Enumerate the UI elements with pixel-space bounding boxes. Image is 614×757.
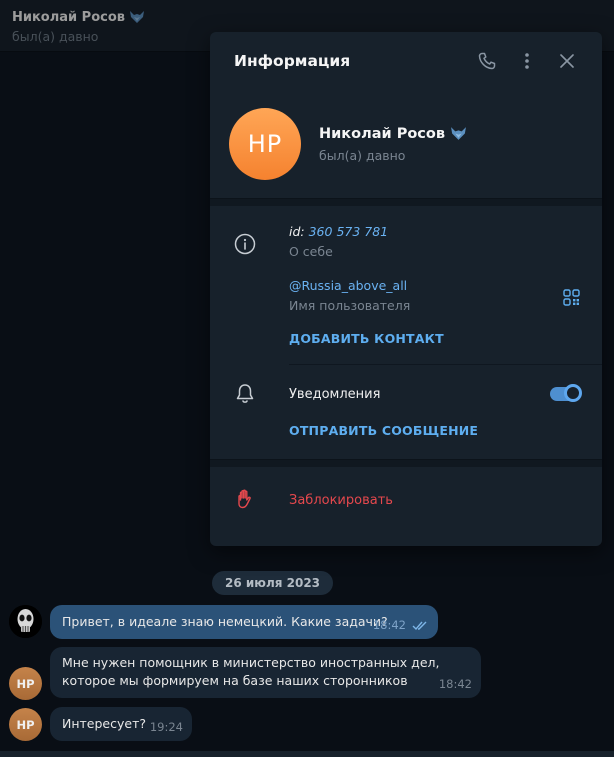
more-vertical-icon <box>525 53 529 69</box>
call-button[interactable] <box>476 50 498 72</box>
bell-icon <box>236 384 254 403</box>
panel-title: Информация <box>234 52 351 70</box>
fox-emoji-icon <box>451 127 466 140</box>
about-label: О себе <box>289 244 333 259</box>
send-message-row: ОТПРАВИТЬ СООБЩЕНИЕ <box>210 423 602 459</box>
close-icon <box>560 54 574 68</box>
message-time: 19:24 <box>149 720 183 734</box>
composer-edge <box>0 751 614 757</box>
notifications-toggle[interactable] <box>550 384 582 402</box>
panel-header: Информация <box>210 32 602 90</box>
user-id-row[interactable]: id: 360 573 781 <box>289 224 602 239</box>
qr-code-icon[interactable] <box>563 289 580 306</box>
user-id-label: id: <box>289 224 305 239</box>
hand-icon <box>238 489 251 509</box>
date-separator: 26 июля 2023 <box>212 571 334 595</box>
avatar-self[interactable] <box>9 605 42 638</box>
info-icon <box>234 233 256 255</box>
section-divider <box>210 198 602 206</box>
skull-icon <box>9 605 42 638</box>
profile-status: был(а) давно <box>319 148 406 163</box>
message-text: Интересует? <box>62 716 146 731</box>
user-info-panel: Информация НР Николай Росов был(а) давно… <box>210 32 602 546</box>
profile-section: НР Николай Росов был(а) давно <box>210 90 602 198</box>
message-text-line-2: которое мы формируем на базе наших сторо… <box>62 673 408 688</box>
toggle-knob <box>564 384 582 402</box>
profile-avatar[interactable]: НР <box>229 108 301 180</box>
profile-name-row: Николай Росов <box>319 125 467 142</box>
username-link[interactable]: @Russia_above_all <box>289 278 602 293</box>
double-check-icon <box>412 621 427 631</box>
send-message-button[interactable]: ОТПРАВИТЬ СООБЩЕНИЕ <box>289 423 602 438</box>
message-text-line-1: Мне нужен помощник в министерство иностр… <box>62 655 440 670</box>
profile-text: Николай Росов был(а) давно <box>319 125 467 163</box>
info-section: id: 360 573 781 О себе @Russia_above_all… <box>210 206 602 364</box>
user-id-value[interactable]: 360 573 781 <box>309 224 389 239</box>
avatar-contact[interactable]: НР <box>9 708 42 741</box>
more-button[interactable] <box>516 50 538 72</box>
avatar-contact[interactable]: НР <box>9 667 42 700</box>
message-time: 18:42 <box>438 677 472 691</box>
message-bubble-incoming[interactable]: Мне нужен помощник в министерство иностр… <box>50 647 481 698</box>
notifications-row[interactable]: Уведомления <box>210 365 602 423</box>
block-row[interactable]: Заблокировать <box>210 467 602 533</box>
block-button[interactable]: Заблокировать <box>289 493 393 508</box>
add-contact-button[interactable]: ДОБАВИТЬ КОНТАКТ <box>289 331 602 346</box>
notifications-label: Уведомления <box>289 386 381 402</box>
close-button[interactable] <box>556 50 578 72</box>
message-text: Привет, в идеале знаю немецкий. Какие за… <box>62 614 388 629</box>
message-bubble-incoming[interactable]: Интересует? 19:24 <box>50 707 192 741</box>
message-time: 18:42 <box>372 618 406 632</box>
section-divider <box>210 459 602 467</box>
message-bubble-outgoing[interactable]: Привет, в идеале знаю немецкий. Какие за… <box>50 605 438 639</box>
phone-icon <box>478 52 496 70</box>
profile-name: Николай Росов <box>319 125 446 142</box>
username-label: Имя пользователя <box>289 298 411 313</box>
